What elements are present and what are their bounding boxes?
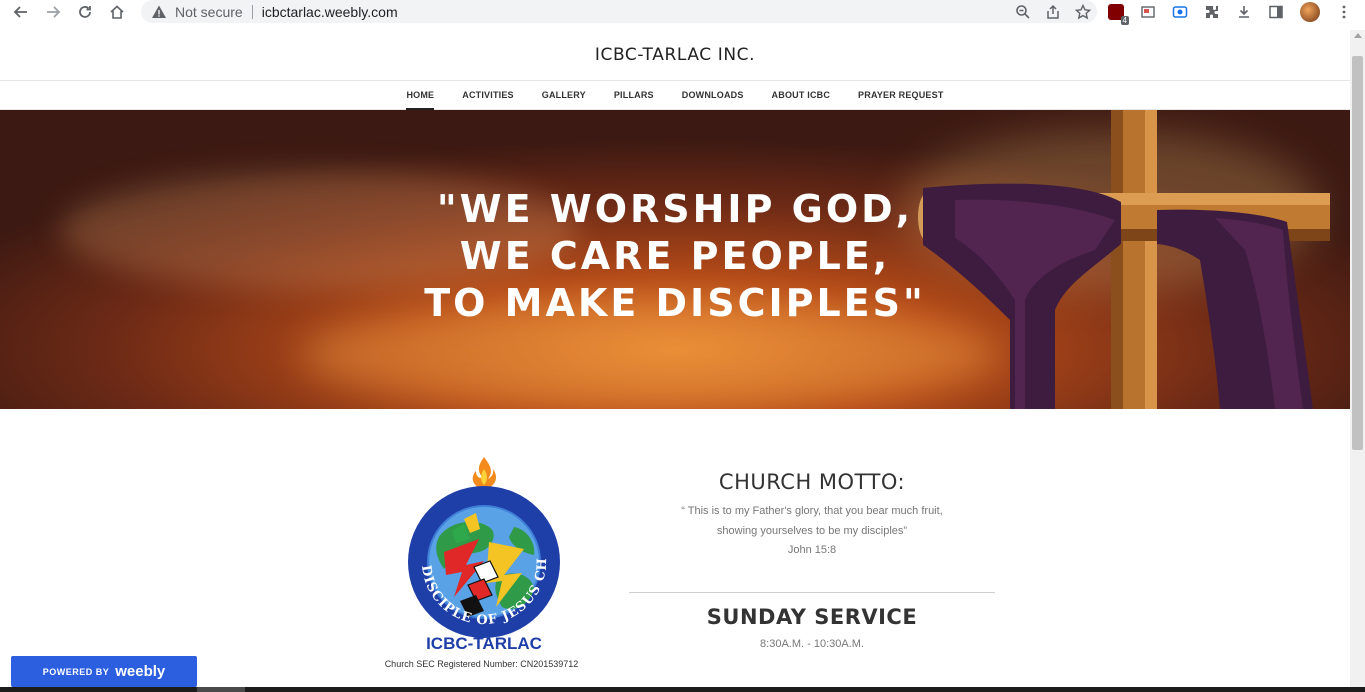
nav-activities[interactable]: ACTIVITIES bbox=[448, 81, 528, 109]
sec-registered-number: Church SEC Registered Number: CN20153971… bbox=[384, 659, 579, 669]
address-bar[interactable]: Not secure icbctarlac.weebly.com bbox=[141, 0, 1097, 23]
motto-reference: John 15:8 bbox=[787, 544, 837, 556]
screen-recorder-icon[interactable] bbox=[1172, 4, 1188, 20]
reload-icon[interactable] bbox=[69, 0, 101, 24]
site-title[interactable]: ICBC-TARLAC INC. bbox=[0, 30, 1350, 80]
nav-gallery[interactable]: GALLERY bbox=[528, 81, 600, 109]
church-logo: DISCIPLE OF JESUS CHRIST ICBC-TARLAC bbox=[404, 457, 560, 652]
home-icon[interactable] bbox=[101, 0, 133, 24]
hero-quote-line: "WE WORSHIP GOD, bbox=[436, 187, 914, 231]
logo-name: ICBC-TARLAC bbox=[426, 634, 542, 652]
nav-about-icbc[interactable]: ABOUT ICBC bbox=[758, 81, 845, 109]
nav-downloads[interactable]: DOWNLOADS bbox=[668, 81, 758, 109]
nav-prayer-request[interactable]: PRAYER REQUEST bbox=[844, 81, 958, 109]
scroll-up-arrow[interactable] bbox=[1354, 33, 1362, 38]
hero-quote-line: WE CARE PEOPLE, bbox=[459, 234, 891, 278]
warning-icon bbox=[152, 5, 166, 18]
extensions-icon[interactable] bbox=[1204, 4, 1220, 20]
web-page: ICBC-TARLAC INC. HOME ACTIVITIES GALLERY… bbox=[0, 30, 1350, 687]
browser-toolbar: Not secure icbctarlac.weebly.com 4 bbox=[0, 0, 1365, 25]
nav-home[interactable]: HOME bbox=[392, 81, 448, 110]
horizontal-scrollbar[interactable] bbox=[0, 687, 1365, 692]
content-section: DISCIPLE OF JESUS CHRIST ICBC-TARLAC Chu… bbox=[0, 409, 1350, 687]
motto-line: showing yourselves to be my disciples” bbox=[716, 524, 908, 537]
hero-quote: "WE WORSHIP GOD, WE CARE PEOPLE, TO MAKE… bbox=[0, 186, 1350, 327]
zoom-icon[interactable] bbox=[1015, 4, 1031, 20]
powered-by-weebly-badge[interactable]: POWERED BY weebly bbox=[11, 656, 197, 687]
back-icon[interactable] bbox=[5, 0, 37, 24]
profile-avatar[interactable] bbox=[1300, 2, 1320, 22]
nav-pillars[interactable]: PILLARS bbox=[600, 81, 668, 109]
extension-badge: 4 bbox=[1120, 16, 1129, 25]
motto-text: “ This is to my Father's glory, that you… bbox=[629, 502, 995, 561]
side-panel-icon[interactable] bbox=[1268, 4, 1284, 20]
cast-icon[interactable] bbox=[1140, 4, 1156, 20]
service-time: 8:30A.M. - 10:30A.M. bbox=[760, 638, 864, 650]
service-heading: SUNDAY SERVICE bbox=[706, 605, 918, 629]
weebly-logo: weebly bbox=[115, 663, 166, 680]
forward-icon[interactable] bbox=[37, 0, 69, 24]
ublock-icon[interactable]: 4 bbox=[1108, 4, 1129, 25]
hero-banner: "WE WORSHIP GOD, WE CARE PEOPLE, TO MAKE… bbox=[0, 110, 1350, 409]
section-divider bbox=[629, 592, 995, 593]
hero-quote-line: TO MAKE DISCIPLES" bbox=[424, 281, 926, 325]
share-icon[interactable] bbox=[1045, 4, 1061, 20]
star-icon[interactable] bbox=[1075, 3, 1091, 20]
security-label[interactable]: Not secure bbox=[175, 4, 243, 20]
url-text[interactable]: icbctarlac.weebly.com bbox=[262, 4, 398, 20]
site-nav: HOME ACTIVITIES GALLERY PILLARS DOWNLOAD… bbox=[0, 80, 1350, 110]
scroll-thumb[interactable] bbox=[1352, 56, 1363, 450]
powered-by-label: POWERED BY bbox=[42, 666, 110, 677]
horizontal-scroll-thumb[interactable] bbox=[197, 687, 245, 692]
separator bbox=[251, 4, 253, 19]
menu-icon[interactable] bbox=[1336, 4, 1352, 20]
download-icon[interactable] bbox=[1236, 4, 1252, 20]
motto-heading: CHURCH MOTTO: bbox=[718, 470, 906, 494]
motto-line: “ This is to my Father's glory, that you… bbox=[681, 505, 943, 517]
